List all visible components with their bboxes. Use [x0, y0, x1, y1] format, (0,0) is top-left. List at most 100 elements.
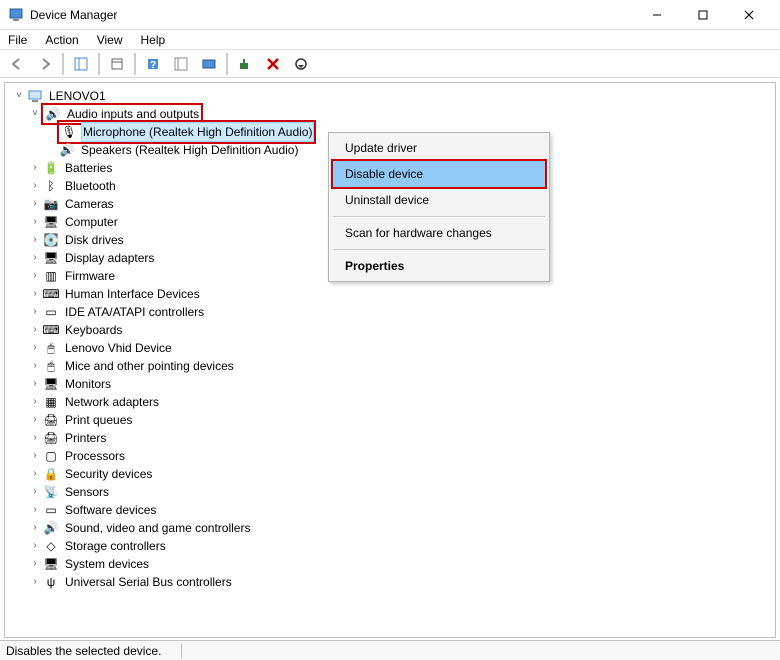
scan-button[interactable] [170, 53, 192, 75]
tree-category-label: Display adapters [63, 249, 156, 267]
monitors-icon: 🖥 [43, 376, 59, 392]
monitor-button[interactable] [198, 53, 220, 75]
chevron-right-icon[interactable]: › [29, 501, 41, 519]
forward-button[interactable] [34, 53, 56, 75]
mice-icon: 🖱 [43, 358, 59, 374]
context-properties[interactable]: Properties [331, 253, 547, 279]
tree-category-label: Storage controllers [63, 537, 168, 555]
toolbar: ? [0, 50, 780, 78]
context-disable-device[interactable]: Disable device [331, 159, 547, 189]
tree-category-label: Monitors [63, 375, 113, 393]
processors-icon: ▢ [43, 448, 59, 464]
toolbar-separator [226, 53, 228, 75]
tree-category-label: Cameras [63, 195, 116, 213]
tree-category[interactable]: ›🖥System devices [13, 555, 771, 573]
sound-icon: 🔊 [43, 520, 59, 536]
tree-category[interactable]: ›⌨Human Interface Devices [13, 285, 771, 303]
chevron-right-icon[interactable]: › [29, 195, 41, 213]
chevron-right-icon[interactable]: › [29, 249, 41, 267]
tree-category[interactable]: ›ψUniversal Serial Bus controllers [13, 573, 771, 591]
chevron-right-icon[interactable]: › [29, 555, 41, 573]
tree-category-label: Universal Serial Bus controllers [63, 573, 234, 591]
tree-category[interactable]: ›⌨Keyboards [13, 321, 771, 339]
update-button[interactable] [290, 53, 312, 75]
tree-category[interactable]: ›🖨Print queues [13, 411, 771, 429]
chevron-right-icon[interactable]: › [29, 159, 41, 177]
security-icon: 🔒 [43, 466, 59, 482]
context-uninstall-device[interactable]: Uninstall device [331, 187, 547, 213]
tree-category-label: Lenovo Vhid Device [63, 339, 174, 357]
chevron-right-icon[interactable]: › [29, 177, 41, 195]
tree-category-label: Batteries [63, 159, 114, 177]
tree-category[interactable]: ›▭Software devices [13, 501, 771, 519]
minimize-button[interactable] [634, 0, 680, 30]
chevron-right-icon[interactable]: › [29, 573, 41, 591]
printq-icon: 🖨 [43, 412, 59, 428]
software-icon: ▭ [43, 502, 59, 518]
window-title: Device Manager [30, 8, 117, 22]
storage-icon: ◇ [43, 538, 59, 554]
chevron-right-icon[interactable]: › [29, 537, 41, 555]
chevron-right-icon[interactable]: › [29, 375, 41, 393]
chevron-right-icon[interactable]: › [29, 411, 41, 429]
uninstall-button[interactable] [262, 53, 284, 75]
chevron-down-icon[interactable]: ˅ [29, 105, 41, 123]
tree-category[interactable]: ›◇Storage controllers [13, 537, 771, 555]
enable-button[interactable] [234, 53, 256, 75]
menu-file[interactable]: File [6, 31, 29, 49]
chevron-right-icon[interactable]: › [29, 447, 41, 465]
computer-icon: 🖥 [43, 214, 59, 230]
tree-category[interactable]: ›🔊Sound, video and game controllers [13, 519, 771, 537]
chevron-down-icon[interactable]: ˅ [13, 87, 25, 105]
tree-category-label: Network adapters [63, 393, 161, 411]
tree-category[interactable]: ›📡Sensors [13, 483, 771, 501]
menu-action[interactable]: Action [43, 31, 80, 49]
chevron-right-icon[interactable]: › [29, 321, 41, 339]
tree-category[interactable]: ›🖨Printers [13, 429, 771, 447]
status-text: Disables the selected device. [6, 644, 182, 658]
back-button[interactable] [6, 53, 28, 75]
computer-icon [27, 88, 43, 104]
chevron-right-icon[interactable]: › [29, 285, 41, 303]
context-scan-hardware[interactable]: Scan for hardware changes [331, 220, 547, 246]
chevron-right-icon[interactable]: › [29, 267, 41, 285]
toolbar-separator [62, 53, 64, 75]
close-button[interactable] [726, 0, 772, 30]
speaker-icon: 🔊 [59, 142, 75, 158]
tree-category[interactable]: ›▦Network adapters [13, 393, 771, 411]
tree-category[interactable]: ›🖱Lenovo Vhid Device [13, 339, 771, 357]
chevron-right-icon[interactable]: › [29, 429, 41, 447]
chevron-right-icon[interactable]: › [29, 465, 41, 483]
tree-category-label: IDE ATA/ATAPI controllers [63, 303, 206, 321]
context-separator [333, 216, 545, 217]
properties-button[interactable] [106, 53, 128, 75]
context-menu: Update driver Disable device Uninstall d… [328, 132, 550, 282]
chevron-right-icon[interactable]: › [29, 393, 41, 411]
chevron-right-icon[interactable]: › [29, 519, 41, 537]
tree-category[interactable]: ›▢Processors [13, 447, 771, 465]
chevron-right-icon[interactable]: › [29, 303, 41, 321]
chevron-right-icon[interactable]: › [29, 483, 41, 501]
lenovo-icon: 🖱 [43, 340, 59, 356]
context-update-driver[interactable]: Update driver [331, 135, 547, 161]
help-button[interactable]: ? [142, 53, 164, 75]
chevron-right-icon[interactable]: › [29, 357, 41, 375]
printers-icon: 🖨 [43, 430, 59, 446]
chevron-right-icon[interactable]: › [29, 339, 41, 357]
menu-help[interactable]: Help [139, 31, 168, 49]
menu-view[interactable]: View [95, 31, 125, 49]
hid-icon: ⌨ [43, 286, 59, 302]
show-hide-tree-button[interactable] [70, 53, 92, 75]
ide-icon: ▭ [43, 304, 59, 320]
tree-category[interactable]: ›▭IDE ATA/ATAPI controllers [13, 303, 771, 321]
sensors-icon: 📡 [43, 484, 59, 500]
maximize-button[interactable] [680, 0, 726, 30]
tree-category[interactable]: ›🖱Mice and other pointing devices [13, 357, 771, 375]
context-separator [333, 249, 545, 250]
chevron-right-icon[interactable]: › [29, 213, 41, 231]
chevron-right-icon[interactable]: › [29, 231, 41, 249]
app-icon [8, 7, 24, 23]
tree-category-label: Firmware [63, 267, 117, 285]
tree-category[interactable]: ›🔒Security devices [13, 465, 771, 483]
tree-category[interactable]: ›🖥Monitors [13, 375, 771, 393]
